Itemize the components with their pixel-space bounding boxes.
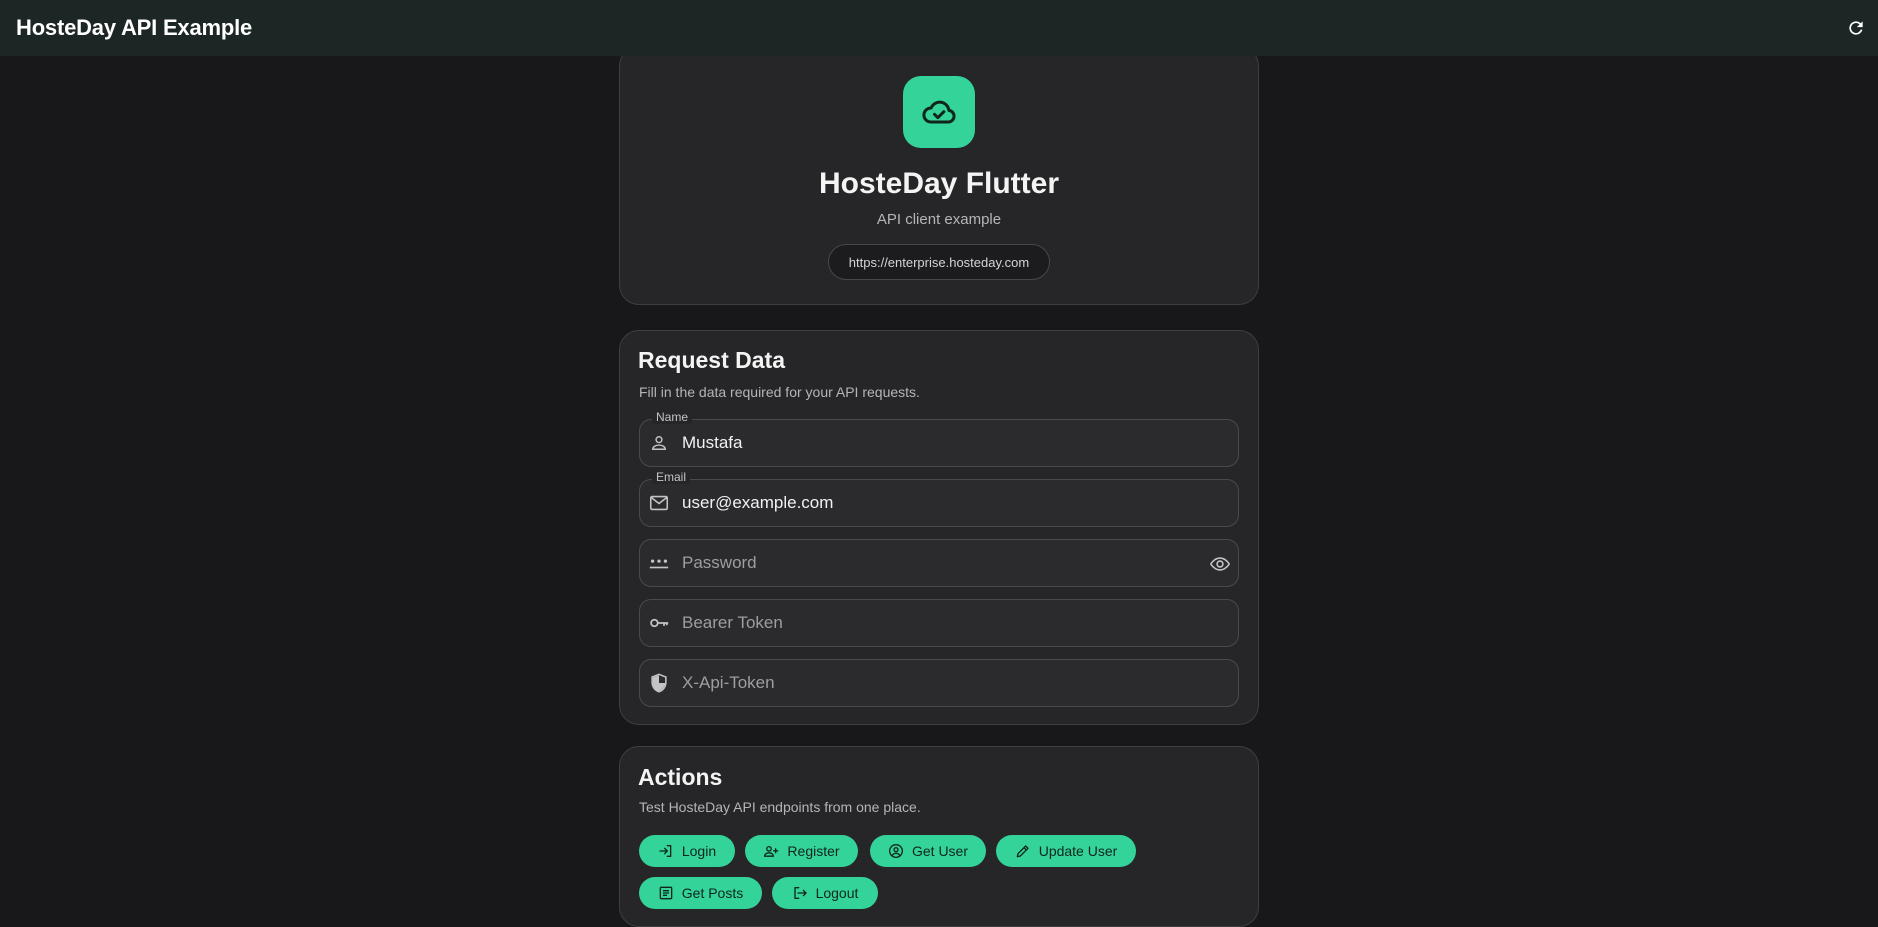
hero-subtitle: API client example <box>876 211 1002 228</box>
app-title: HosteDay API Example <box>16 15 253 40</box>
request-data-description: Fill in the data required for your API r… <box>639 384 920 400</box>
app-bar: HosteDay API Example <box>0 0 1878 56</box>
email-field[interactable]: Email <box>639 470 1239 527</box>
password-icon <box>648 552 670 574</box>
hero-title: HosteDay Flutter <box>818 167 1060 200</box>
base-url-chip: https://enterprise.hosteday.com <box>828 244 1050 280</box>
bearer-token-input[interactable] <box>682 600 1182 646</box>
login-button[interactable]: Login <box>639 835 735 867</box>
login-icon <box>658 843 674 859</box>
name-input[interactable] <box>682 420 1182 466</box>
logout-button-label: Logout <box>815 885 859 901</box>
get-user-button-label: Get User <box>911 843 968 859</box>
name-field[interactable]: Name <box>639 410 1239 467</box>
logout-button[interactable]: Logout <box>772 877 878 909</box>
get-posts-button-label: Get Posts <box>681 885 744 901</box>
get-user-button[interactable]: Get User <box>870 835 986 867</box>
mail-icon <box>648 492 670 514</box>
password-field[interactable] <box>639 539 1239 587</box>
hero-card: HosteDay Flutter API client example http… <box>619 46 1259 305</box>
logout-icon <box>792 885 808 901</box>
x-api-token-input[interactable] <box>682 660 1182 706</box>
request-data-title: Request Data <box>638 347 785 373</box>
actions-card: Actions Test HosteDay API endpoints from… <box>619 746 1259 927</box>
update-user-button[interactable]: Update User <box>996 835 1136 867</box>
password-input[interactable] <box>682 540 1182 586</box>
cloud-done-icon <box>903 76 975 148</box>
edit-icon <box>1015 843 1031 859</box>
eye-icon[interactable] <box>1208 552 1232 576</box>
key-icon <box>648 612 670 634</box>
register-button[interactable]: Register <box>745 835 858 867</box>
person-icon <box>648 432 670 454</box>
account-circle-icon <box>888 843 904 859</box>
login-button-label: Login <box>681 843 717 859</box>
article-icon <box>658 885 674 901</box>
x-api-token-field[interactable] <box>639 659 1239 707</box>
bearer-token-field[interactable] <box>639 599 1239 647</box>
email-input[interactable] <box>682 480 1182 526</box>
person-add-icon <box>763 843 779 859</box>
request-data-card: Request Data Fill in the data required f… <box>619 330 1259 725</box>
update-user-button-label: Update User <box>1038 843 1118 859</box>
shield-icon <box>648 672 670 694</box>
get-posts-button[interactable]: Get Posts <box>639 877 762 909</box>
actions-description: Test HosteDay API endpoints from one pla… <box>639 799 921 815</box>
actions-title: Actions <box>638 764 723 790</box>
register-button-label: Register <box>787 843 840 859</box>
refresh-icon[interactable] <box>1844 16 1868 40</box>
